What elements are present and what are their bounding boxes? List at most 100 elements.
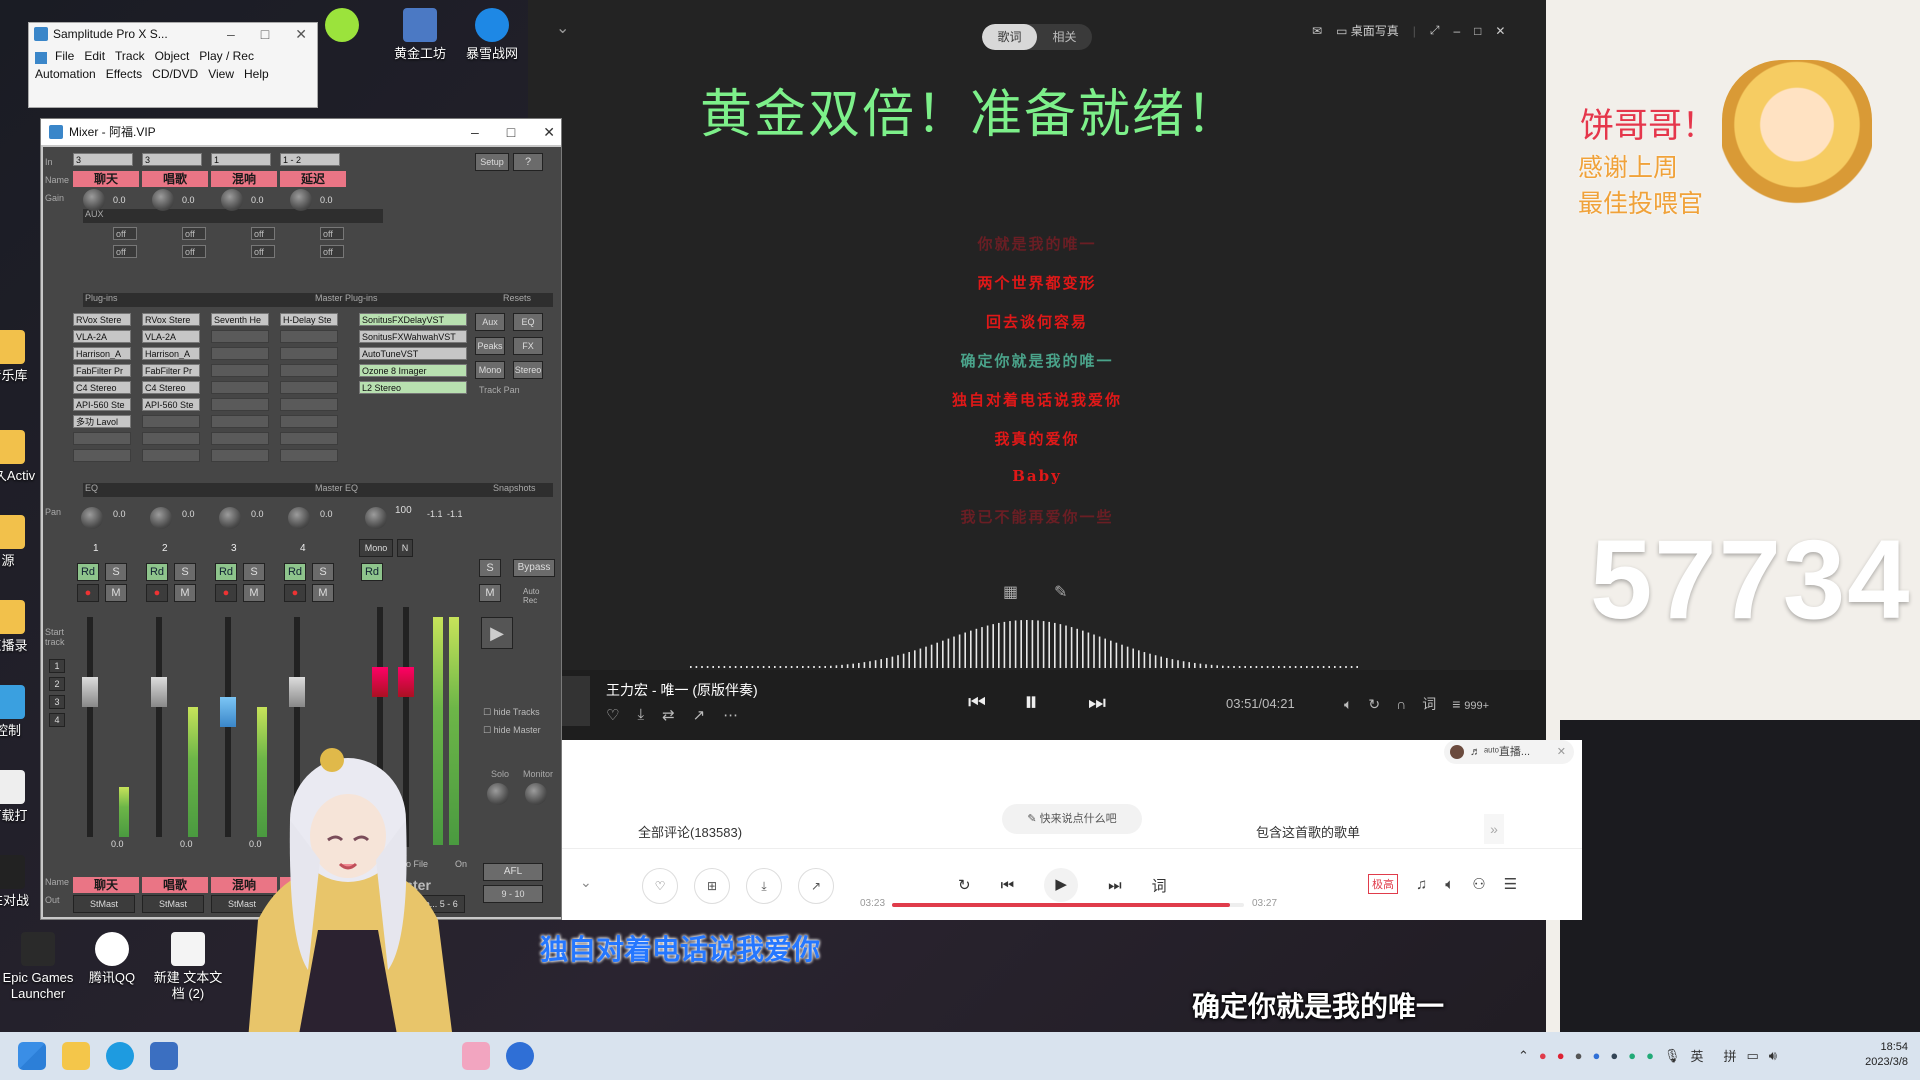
desktop-icon-music-library[interactable]: 音乐库 [0, 330, 38, 384]
all-comments[interactable]: 全部评论(183583) [638, 822, 742, 841]
tray-steam-icon[interactable]: ● [1610, 1048, 1618, 1063]
previous-icon[interactable]: ⏮ [968, 692, 986, 715]
fullscreen-icon[interactable]: ⤢ [1430, 23, 1440, 38]
lyric-toggle[interactable]: 词 [1152, 875, 1167, 896]
menu-edit[interactable]: Edit [84, 47, 105, 65]
menu-automation[interactable]: Automation [35, 65, 96, 83]
lyrics-tab-switch[interactable]: 歌词 相关 [982, 24, 1092, 50]
read-button[interactable]: Rd [146, 563, 168, 581]
progress-bar[interactable] [892, 903, 1244, 907]
headphones-icon[interactable]: ∩ [1396, 696, 1406, 712]
edge-icon[interactable] [106, 1042, 134, 1070]
plugin-slot[interactable] [211, 381, 269, 394]
plugin-slot[interactable]: H-Delay Ste [280, 313, 338, 326]
close-icon[interactable]: ✕ [1495, 24, 1505, 38]
menu-help[interactable]: Help [244, 65, 269, 83]
plugin-slot[interactable] [142, 449, 200, 462]
tray-kugou-icon[interactable]: ● [1592, 1048, 1600, 1063]
solo-button[interactable]: S [243, 563, 265, 581]
desktop-icon-live-record[interactable]: 直播录 [0, 600, 38, 654]
file-explorer-icon[interactable] [62, 1042, 90, 1070]
plugin-slot[interactable] [280, 432, 338, 445]
playlist-queue[interactable]: ≡ 999+ [1452, 696, 1489, 712]
maximize-icon[interactable]: □ [1474, 24, 1481, 38]
share-icon[interactable]: ↗ [798, 868, 834, 904]
tracks-out[interactable]: 9 - 10 [483, 885, 543, 903]
plugin-slot[interactable] [142, 415, 200, 428]
minimize-icon[interactable]: – [227, 23, 235, 45]
menu-effects[interactable]: Effects [106, 65, 142, 83]
download-icon[interactable]: ⤓ [637, 706, 644, 724]
start-track-2[interactable]: 2 [49, 677, 65, 691]
read-button[interactable]: Rd [77, 563, 99, 581]
add-to-playlist-icon[interactable]: ⊞ [694, 868, 730, 904]
mute-button[interactable]: M [312, 584, 334, 602]
desktop-icon-battlenet[interactable]: 暴雪战网 [450, 8, 534, 62]
pan-knob[interactable] [219, 507, 241, 529]
kugou-icon[interactable] [506, 1042, 534, 1070]
channel-input[interactable]: 3 [142, 153, 202, 166]
plugin-slot[interactable] [280, 415, 338, 428]
ime-english[interactable]: 英 [1690, 1046, 1703, 1065]
clock[interactable]: 18:54 2023/3/8 [1850, 1040, 1908, 1070]
mute-button[interactable]: M [105, 584, 127, 602]
plugin-slot[interactable] [280, 330, 338, 343]
live-notification[interactable]: ♬ ᵃᵘᵗᵒ直播... ✕ [1444, 740, 1574, 764]
channel-name[interactable]: 聊天 [73, 171, 139, 187]
heart-icon[interactable]: ♡ [606, 706, 619, 724]
master-plugin-slot[interactable]: AutoTuneVST [359, 347, 467, 360]
comment-input[interactable]: ✎ 快来说点什么吧 [1002, 804, 1142, 834]
mono-button[interactable]: Mono [475, 361, 505, 379]
mail-icon[interactable]: ✉ [1312, 24, 1322, 38]
chevron-down-icon[interactable]: ⌄ [556, 18, 569, 38]
plugin-slot[interactable]: API-560 Ste [142, 398, 200, 411]
master-plugin-slot[interactable]: SonitusFXWahwahVST [359, 330, 467, 343]
plugin-slot[interactable]: C4 Stereo [73, 381, 131, 394]
solo-button[interactable]: S [174, 563, 196, 581]
film-icon[interactable]: ▦ [1003, 582, 1018, 602]
desktop-icon-activ[interactable]: 永久Activ [0, 430, 38, 484]
lyric-toggle[interactable]: 词 [1422, 694, 1436, 714]
gain-knob[interactable] [83, 189, 105, 211]
album-cover[interactable] [562, 676, 590, 726]
plugin-slot[interactable]: VLA-2A [73, 330, 131, 343]
channel-out[interactable]: StMast [142, 895, 204, 913]
more-icon[interactable]: ⋯ [723, 706, 738, 724]
plugin-slot[interactable]: RVox Stere [142, 313, 200, 326]
tray-wechat-icon[interactable]: ● [1628, 1048, 1636, 1063]
plugin-slot[interactable] [211, 330, 269, 343]
aux-send-toggle[interactable]: off [182, 227, 206, 240]
desktop-icon-download[interactable]: 下载打 [0, 770, 38, 824]
microphone-icon[interactable]: ✎ [1054, 582, 1067, 602]
play-icon[interactable]: ▶ [1044, 868, 1079, 902]
minimize-icon[interactable]: – [1453, 24, 1460, 38]
plugin-slot[interactable]: Harrison_A [73, 347, 131, 360]
microphone-icon[interactable]: 🎙︎ [1664, 1048, 1681, 1064]
start-track-3[interactable]: 3 [49, 695, 65, 709]
plugin-slot[interactable] [211, 432, 269, 445]
desktop-icon-new-text-doc[interactable]: 新建 文本文档 (2) [148, 932, 228, 1002]
plugin-slot[interactable] [211, 449, 269, 462]
play-icon[interactable]: ▶ [481, 617, 513, 649]
gain-knob[interactable] [152, 189, 174, 211]
read-button[interactable]: Rd [215, 563, 237, 581]
solo-button[interactable]: S [479, 559, 501, 577]
plugin-slot[interactable] [211, 415, 269, 428]
like-icon[interactable]: ♡ [642, 868, 678, 904]
solo-button[interactable]: S [312, 563, 334, 581]
record-button[interactable]: ● [146, 584, 168, 602]
mute-button[interactable]: M [243, 584, 265, 602]
start-track-1[interactable]: 1 [49, 659, 65, 673]
pan-knob[interactable] [288, 507, 310, 529]
tab-related[interactable]: 相关 [1037, 24, 1092, 50]
share-friend-icon[interactable]: ⇄ [662, 706, 675, 724]
afl-button[interactable]: AFL [483, 863, 543, 881]
monitor-knob[interactable] [525, 783, 547, 805]
hide-tracks-toggle[interactable]: ☐ hide Tracks [483, 707, 540, 718]
next-icon[interactable]: ⏭ [1108, 877, 1122, 894]
volume-icon[interactable]: 🔈︎ [1445, 876, 1454, 893]
ime-pinyin[interactable]: 拼 [1723, 1046, 1736, 1065]
plugin-slot[interactable]: FabFilter Pr [142, 364, 200, 377]
plugin-slot[interactable]: Seventh He [211, 313, 269, 326]
plugin-slot[interactable] [280, 364, 338, 377]
